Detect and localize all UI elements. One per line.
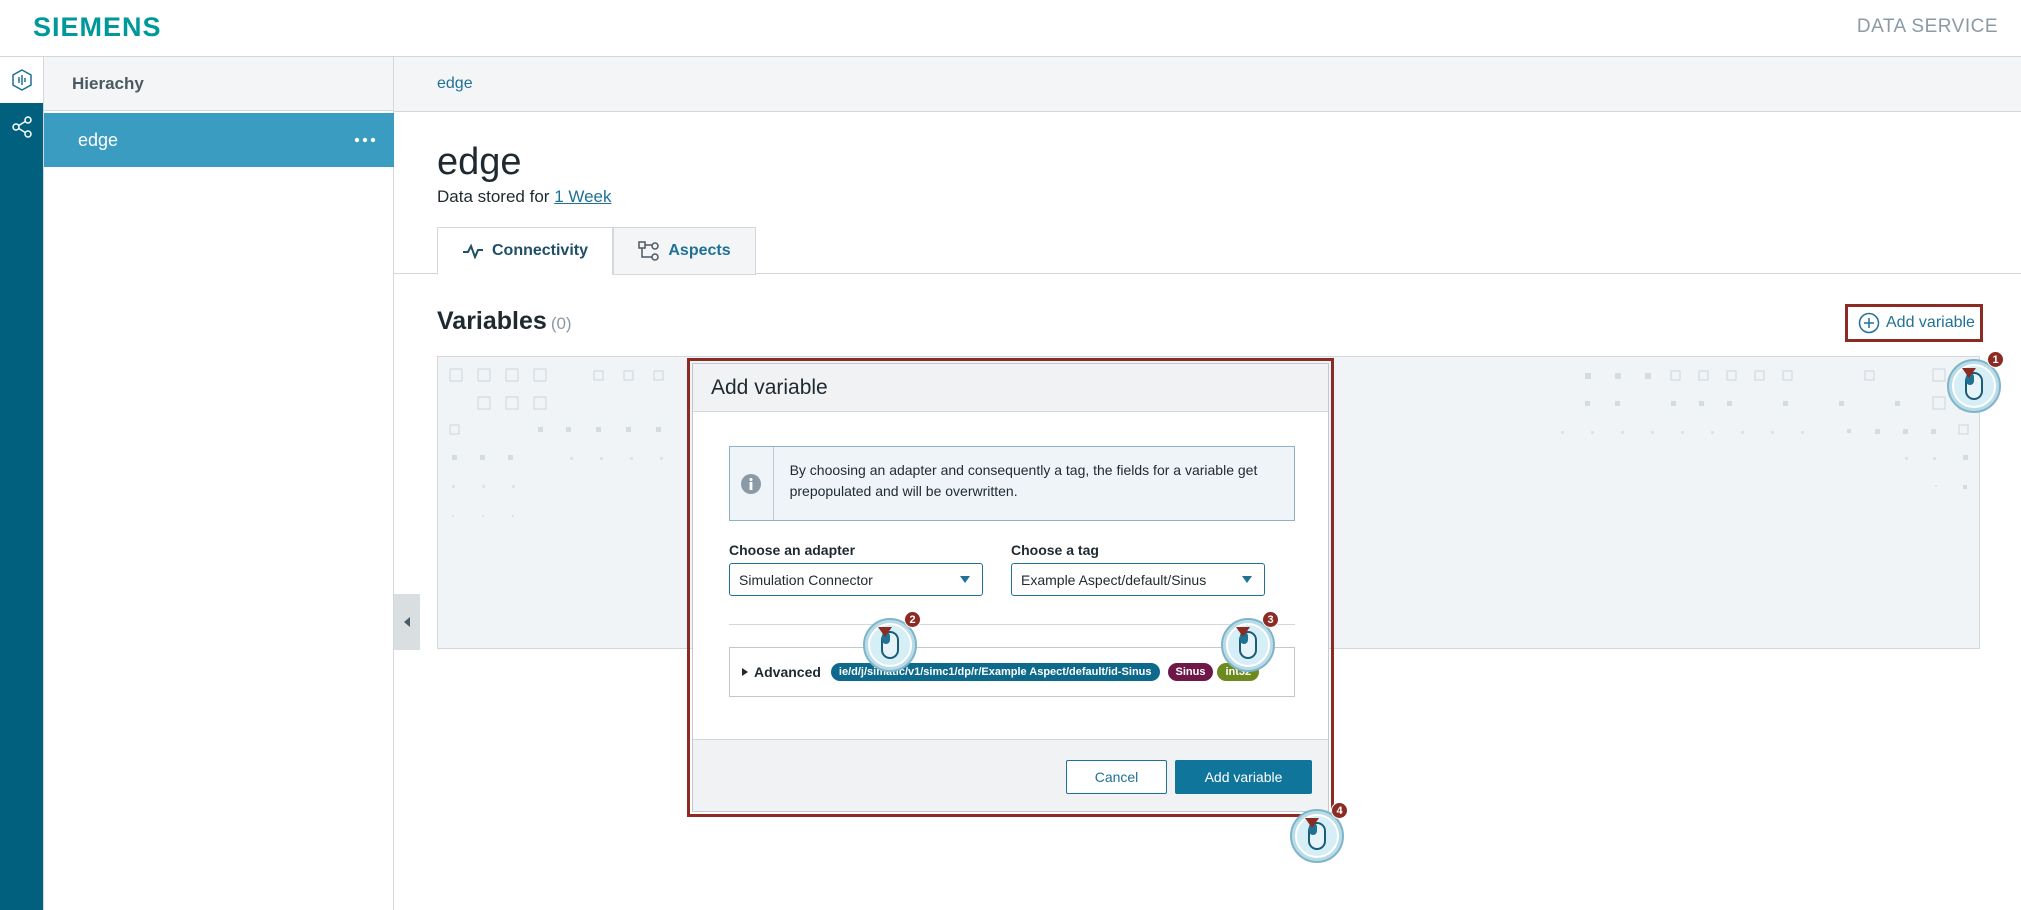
advanced-section[interactable]: Advanced ie/d/j/simatic/v1/simc1/dp/r/Ex… bbox=[729, 647, 1295, 697]
advanced-label: Advanced bbox=[754, 664, 821, 680]
rail-item-data-service[interactable] bbox=[0, 57, 44, 103]
step-badge: 2 bbox=[904, 611, 921, 628]
info-icon-container bbox=[730, 447, 774, 520]
tag-value: Example Aspect/default/Sinus bbox=[1021, 571, 1207, 588]
variables-heading: Variables (0) bbox=[437, 307, 572, 336]
variables-title: Variables bbox=[437, 307, 547, 335]
top-header: SIEMENS DATA SERVICE bbox=[0, 0, 2021, 57]
tag-select[interactable]: Example Aspect/default/Sinus bbox=[1011, 563, 1265, 596]
tag-label: Choose a tag bbox=[1011, 542, 1099, 558]
chevron-down-icon bbox=[960, 576, 970, 583]
mouse-click-callout-2: 2 bbox=[860, 611, 921, 673]
breadcrumb-item-edge[interactable]: edge bbox=[437, 75, 473, 93]
plus-circle-icon bbox=[1858, 312, 1880, 334]
info-text: By choosing an adapter and consequently … bbox=[789, 462, 1258, 499]
retention-info: Data stored for 1 Week bbox=[437, 187, 612, 207]
add-variable-label: Add variable bbox=[1886, 314, 1975, 331]
panel-collapse-toggle[interactable] bbox=[394, 594, 420, 650]
page-title: edge bbox=[437, 141, 522, 183]
info-message: By choosing an adapter and consequently … bbox=[729, 446, 1295, 521]
tab-connectivity[interactable]: Connectivity bbox=[437, 227, 613, 275]
mouse-click-callout-3: 3 bbox=[1218, 611, 1279, 673]
caret-left-icon bbox=[404, 617, 410, 627]
add-variable-submit-button[interactable]: Add variable bbox=[1175, 760, 1312, 794]
hierarchy-panel: Hierachy edge bbox=[44, 57, 394, 910]
hierarchy-item-edge[interactable]: edge bbox=[44, 113, 394, 167]
chevron-down-icon bbox=[1242, 576, 1252, 583]
retention-link[interactable]: 1 Week bbox=[554, 187, 611, 206]
app-name: DATA SERVICE bbox=[1856, 16, 1998, 37]
mouse-click-callout-1: 1 bbox=[1944, 351, 2004, 414]
pulse-icon bbox=[462, 243, 483, 259]
add-variable-dialog: Add variable By choosing an adapter and … bbox=[693, 364, 1328, 811]
retention-prefix: Data stored for bbox=[437, 187, 550, 206]
more-options-icon[interactable] bbox=[350, 126, 380, 154]
hierarchy-item-label: edge bbox=[78, 129, 119, 150]
step-badge: 3 bbox=[1262, 611, 1279, 628]
tab-connectivity-label: Connectivity bbox=[491, 242, 588, 259]
tab-aspects-label: Aspects bbox=[668, 242, 731, 259]
left-rail bbox=[0, 57, 44, 910]
tab-aspects[interactable]: Aspects bbox=[613, 227, 756, 275]
hierarchy-title: Hierachy bbox=[44, 57, 393, 111]
tab-bar: Connectivity Aspects bbox=[394, 227, 2021, 275]
variables-count: (0) bbox=[550, 314, 572, 333]
step-badge: 1 bbox=[1987, 351, 2004, 368]
adapter-value: Simulation Connector bbox=[739, 571, 873, 588]
dialog-footer: Cancel Add variable bbox=[693, 739, 1328, 811]
caret-right-icon bbox=[742, 668, 748, 676]
cancel-button[interactable]: Cancel bbox=[1066, 760, 1167, 794]
adapter-label: Choose an adapter bbox=[729, 542, 856, 558]
data-service-icon bbox=[11, 69, 32, 91]
brand-logo: SIEMENS bbox=[33, 12, 162, 42]
rail-item-connections[interactable] bbox=[0, 107, 44, 147]
adapter-select[interactable]: Simulation Connector bbox=[729, 563, 983, 596]
divider bbox=[729, 624, 1295, 625]
advanced-toggle[interactable]: Advanced bbox=[742, 664, 821, 680]
mouse-click-callout-4: 4 bbox=[1287, 802, 1348, 864]
dialog-title: Add variable bbox=[693, 364, 1328, 412]
breadcrumb: edge bbox=[394, 57, 2021, 112]
info-icon bbox=[741, 473, 762, 494]
share-connections-icon bbox=[12, 116, 32, 138]
add-variable-button[interactable]: Add variable bbox=[1845, 304, 1983, 342]
step-badge: 4 bbox=[1331, 802, 1348, 819]
aspects-icon bbox=[638, 241, 660, 261]
variable-name-badge: Sinus bbox=[1167, 663, 1214, 681]
